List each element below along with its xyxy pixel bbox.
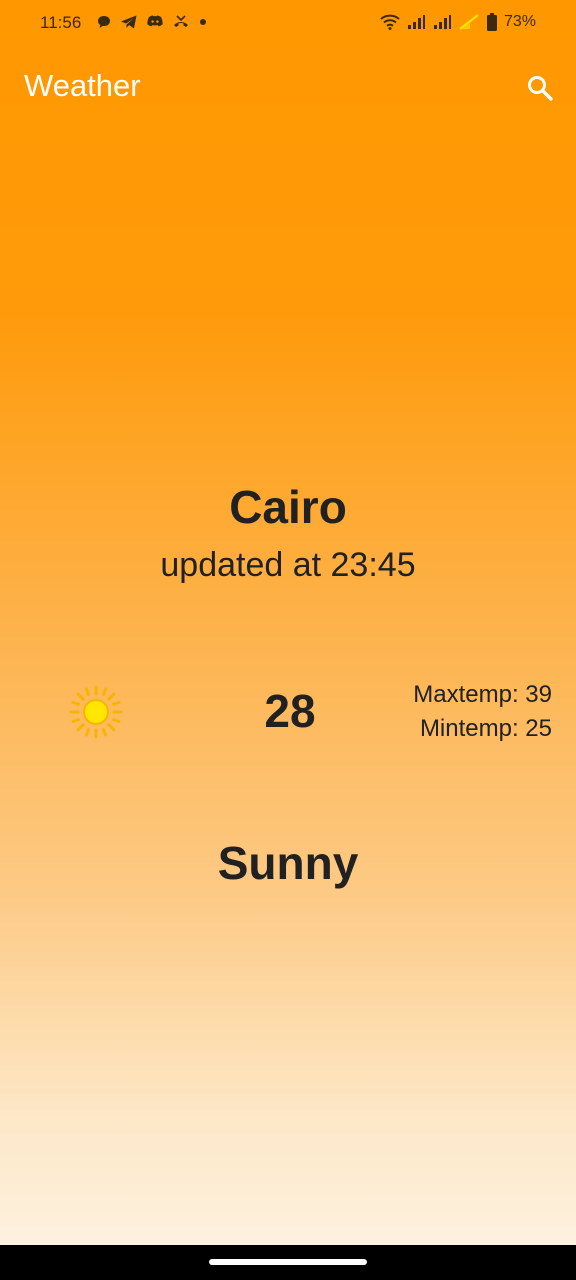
status-time: 11:56 [40, 13, 82, 32]
status-bar: 11:56 73% [0, 0, 576, 48]
wifi-icon [380, 14, 400, 30]
current-temperature: 28 [264, 685, 316, 737]
city-name: Cairo [229, 481, 347, 533]
signal-icon [406, 14, 426, 30]
max-temperature: Maxtemp: 39 [413, 681, 552, 708]
home-indicator[interactable] [209, 1259, 367, 1265]
telegram-icon [120, 14, 138, 30]
app-title: Weather [24, 68, 141, 103]
dot-icon [198, 14, 208, 30]
search-icon [526, 74, 554, 102]
search-button[interactable] [520, 68, 560, 108]
signal-icon [432, 14, 452, 30]
system-icons: 73% [380, 13, 536, 31]
app-bar: Weather [0, 56, 576, 120]
min-temperature: Mintemp: 25 [419, 715, 552, 742]
battery-icon [486, 13, 498, 31]
battery-percent: 73% [503, 13, 536, 30]
chat-bubble-icon [96, 14, 112, 30]
updated-time: updated at 23:45 [160, 546, 416, 584]
weather-summary-row: 28 Maxtemp: 39 Mintemp: 25 [0, 676, 576, 752]
discord-icon [146, 14, 164, 30]
weather-screen: 11:56 73% Weather Cairo updated at 23:45… [0, 0, 576, 1245]
min-max-temperatures: Maxtemp: 39 Mintemp: 25 [413, 678, 552, 746]
sun-icon [68, 684, 124, 740]
missed-call-icon [172, 14, 190, 30]
weather-condition: Sunny [217, 837, 359, 889]
navigation-bar [0, 1245, 576, 1280]
notification-icons [96, 14, 208, 30]
no-sim-icon [458, 14, 480, 30]
